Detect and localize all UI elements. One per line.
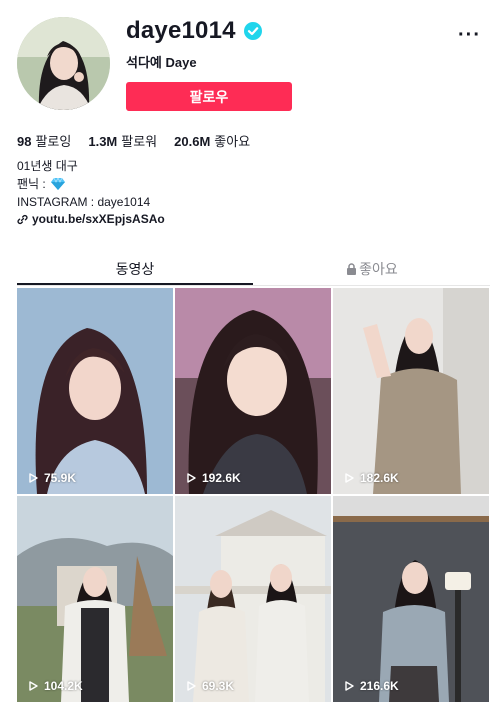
view-count-text: 75.9K [44, 471, 77, 485]
view-count-text: 192.6K [202, 471, 241, 485]
bio-line-3: INSTAGRAM : daye1014 [17, 195, 151, 209]
profile-avatar[interactable] [17, 17, 110, 110]
profile-link-text: youtu.be/sxXEpjsASAo [32, 212, 165, 226]
play-icon [29, 681, 38, 691]
profile-bio: 01년생 대구 팬닉 : INSTAGRAM : daye1014 [17, 157, 150, 211]
play-icon [187, 473, 196, 483]
tab-videos-label: 동영상 [115, 260, 155, 277]
view-count-text: 182.6K [360, 471, 399, 485]
play-icon [187, 681, 196, 691]
video-view-count: 192.6K [187, 471, 241, 485]
video-tile[interactable]: 192.6K [175, 288, 331, 494]
active-tab-indicator [17, 283, 253, 285]
stat-likes-count: 20.6M [174, 134, 211, 149]
profile-username-row: daye1014 [126, 17, 262, 45]
link-icon [17, 214, 28, 224]
tab-videos[interactable]: 동영상 [17, 252, 253, 285]
profile-username: daye1014 [126, 17, 236, 44]
video-view-count: 69.3K [187, 679, 234, 693]
video-tile[interactable]: 216.6K [333, 496, 489, 702]
stat-followers[interactable]: 1.3M 팔로워 [88, 131, 157, 150]
video-tile[interactable]: 69.3K [175, 496, 331, 702]
view-count-text: 69.3K [202, 679, 235, 693]
video-view-count: 182.6K [345, 471, 399, 485]
profile-link[interactable]: youtu.be/sxXEpjsASAo [17, 212, 165, 226]
follow-button[interactable]: 팔로우 [126, 82, 292, 111]
video-tile[interactable]: 104.2K [17, 496, 173, 702]
more-options-icon[interactable]: ··· [458, 24, 481, 47]
bio-line-2-row: 팬닉 : [17, 175, 150, 193]
stat-likes: 20.6M 좋아요 [174, 131, 250, 150]
view-count-text: 104.2K [44, 679, 83, 693]
stat-following-label: 팔로잉 [35, 134, 72, 149]
video-tile[interactable]: 182.6K [333, 288, 489, 494]
video-view-count: 75.9K [29, 471, 76, 485]
video-tile[interactable]: 75.9K [17, 288, 173, 494]
tab-liked[interactable]: 좋아요 [254, 252, 490, 285]
play-icon [345, 473, 354, 483]
stat-followers-label: 팔로워 [121, 134, 158, 149]
stat-following-count: 98 [17, 134, 32, 149]
video-view-count: 216.6K [345, 679, 399, 693]
stat-likes-label: 좋아요 [214, 134, 251, 149]
profile-display-name: 석다예 Daye [126, 55, 197, 70]
lock-icon [347, 262, 357, 275]
bio-line-2: 팬닉 : [17, 177, 46, 191]
profile-stats: 98 팔로잉 1.3M 팔로워 20.6M 좋아요 [17, 131, 250, 150]
bio-line-1: 01년생 대구 [17, 159, 78, 173]
verified-badge-icon [243, 22, 262, 40]
play-icon [29, 473, 38, 483]
video-view-count: 104.2K [29, 679, 83, 693]
stat-following[interactable]: 98 팔로잉 [17, 131, 71, 150]
play-icon [345, 681, 354, 691]
content-tabs: 동영상 좋아요 [17, 252, 490, 286]
diamond-emoji-icon [51, 178, 66, 190]
tab-liked-label: 좋아요 [359, 260, 398, 277]
stat-followers-count: 1.3M [88, 134, 118, 149]
view-count-text: 216.6K [360, 679, 399, 693]
